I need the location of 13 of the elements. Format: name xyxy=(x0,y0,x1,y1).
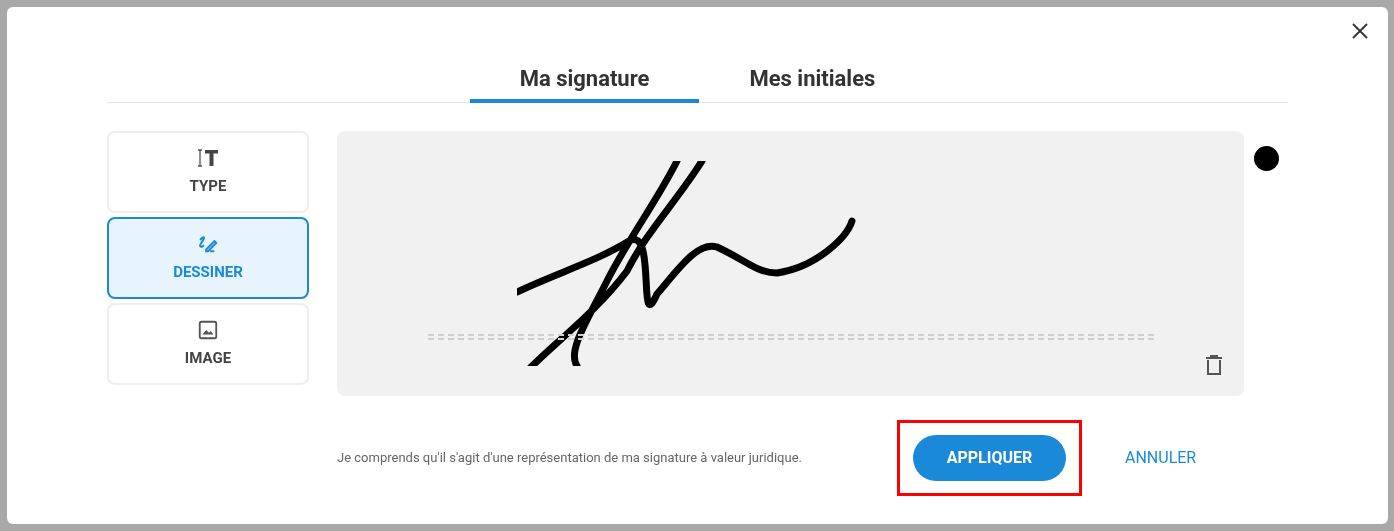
pen-color-swatch[interactable] xyxy=(1254,146,1279,171)
signature-pad[interactable] xyxy=(337,131,1244,396)
cancel-link[interactable]: ANNULER xyxy=(1125,446,1197,470)
consent-text: Je comprends qu'il s'agit d'une représentation de ma signature à valeur juridique. xyxy=(337,449,803,468)
tab[interactable]: Ma signature xyxy=(469,57,700,103)
image-icon xyxy=(197,318,219,341)
tab[interactable]: Mes initiales xyxy=(699,57,926,103)
text-type-icon xyxy=(196,146,220,169)
apply-button[interactable]: APPLIQUER xyxy=(913,435,1066,481)
mode-button[interactable]: IMAGE xyxy=(107,303,309,385)
mode-button[interactable]: TYPE xyxy=(107,131,309,213)
delete-icon[interactable] xyxy=(1204,354,1224,376)
close-icon[interactable] xyxy=(1350,21,1370,41)
